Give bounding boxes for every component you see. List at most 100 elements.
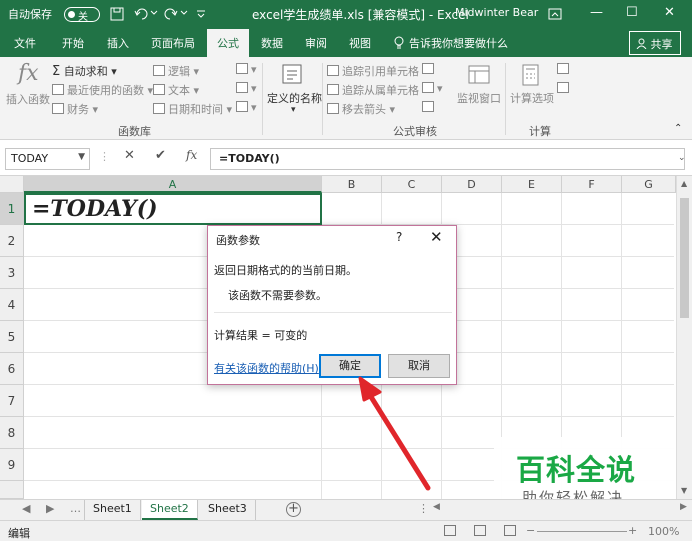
next-sheet-icon[interactable]: ▶ — [46, 502, 54, 515]
tab-review[interactable]: 审阅 — [305, 35, 327, 51]
trace-dependents-button[interactable]: 追踪从属单元格 — [327, 82, 419, 98]
zoom-slider[interactable] — [537, 531, 627, 532]
tab-data[interactable]: 数据 — [261, 35, 283, 51]
scroll-right-icon[interactable]: ▶ — [680, 502, 687, 512]
zoom-in-icon[interactable]: + — [628, 524, 637, 537]
scroll-down-icon[interactable]: ▼ — [681, 486, 687, 495]
autosum-button[interactable]: Σ 自动求和 ▾ — [52, 63, 117, 79]
prev-sheet-icon[interactable]: ◀ — [22, 502, 30, 515]
customize-qat-icon[interactable] — [196, 9, 206, 19]
row-header-6[interactable]: 6 — [0, 353, 24, 385]
row-header-8[interactable]: 8 — [0, 417, 24, 449]
tab-insert[interactable]: 插入 — [107, 35, 129, 51]
zoom-out-icon[interactable]: − — [526, 524, 535, 537]
row-header-2[interactable]: 2 — [0, 225, 24, 257]
share-button[interactable]: 共享 — [629, 31, 681, 55]
insert-function-icon[interactable]: fx — [18, 61, 39, 86]
more-functions-button[interactable]: ▾ — [236, 101, 257, 114]
vertical-scrollbar[interactable]: ▲ ▼ — [676, 176, 692, 499]
column-header-g[interactable]: G — [622, 176, 676, 193]
add-sheet-icon[interactable]: + — [286, 502, 301, 517]
calc-sheet-button[interactable] — [557, 82, 572, 95]
math-button[interactable]: ▾ — [236, 82, 257, 95]
sheet-options-icon[interactable]: … — [70, 502, 81, 515]
watch-window-icon[interactable] — [467, 63, 491, 87]
expand-formula-icon[interactable]: ⌄ — [678, 153, 686, 163]
close-button[interactable]: ✕ — [664, 5, 675, 20]
cancel-formula-icon[interactable]: ✕ — [124, 148, 135, 163]
ribbon-display-icon[interactable] — [548, 7, 562, 21]
drag-handle-icon[interactable]: ⋮ — [99, 150, 110, 163]
row-header-4[interactable]: 4 — [0, 289, 24, 321]
show-formulas-button[interactable] — [422, 63, 437, 76]
row-header-3[interactable]: 3 — [0, 257, 24, 289]
save-icon[interactable] — [110, 7, 124, 21]
insert-function-button[interactable]: 插入函数 — [6, 91, 50, 107]
name-manager-icon[interactable] — [280, 63, 304, 87]
column-header-f[interactable]: F — [562, 176, 622, 193]
tab-page-layout[interactable]: 页面布局 — [151, 35, 195, 51]
insert-function-fx-icon[interactable]: fx — [186, 148, 197, 162]
column-header-d[interactable]: D — [442, 176, 502, 193]
redo-icon[interactable] — [164, 7, 190, 21]
text-button[interactable]: 文本 ▾ — [153, 82, 199, 98]
function-help-link[interactable]: 有关该函数的帮助(H) — [214, 360, 319, 376]
error-check-button[interactable]: ▾ — [422, 82, 443, 95]
evaluate-formula-button[interactable] — [422, 101, 437, 114]
ok-button[interactable]: 确定 — [319, 354, 381, 378]
remove-arrows-button[interactable]: 移去箭头 ▾ — [327, 101, 395, 117]
calc-options-button[interactable]: 计算选项 — [510, 90, 554, 106]
defined-names-dropdown[interactable]: ▾ — [291, 105, 296, 115]
cell-a1[interactable]: =TODAY() — [24, 193, 322, 225]
calculator-icon[interactable] — [520, 63, 542, 87]
row-header-9[interactable]: 9 — [0, 449, 24, 481]
lookup-button[interactable]: ▾ — [236, 63, 257, 76]
row-header-1[interactable]: 1 — [0, 193, 24, 225]
column-header-e[interactable]: E — [502, 176, 562, 193]
restore-button[interactable]: ☐ — [626, 5, 638, 20]
sheet-tab-1[interactable]: Sheet1 — [84, 500, 141, 520]
name-box[interactable]: TODAY ▼ — [5, 148, 90, 170]
row-header-7[interactable]: 7 — [0, 385, 24, 417]
tab-formulas[interactable]: 公式 — [207, 29, 249, 57]
zoom-level[interactable]: 100% — [648, 525, 679, 538]
row-header-5[interactable]: 5 — [0, 321, 24, 353]
formula-input[interactable]: =TODAY() — [210, 148, 685, 170]
undo-icon[interactable] — [134, 7, 160, 21]
scroll-up-icon[interactable]: ▲ — [681, 179, 687, 188]
column-header-c[interactable]: C — [382, 176, 442, 193]
select-all-corner[interactable] — [0, 176, 24, 193]
logical-button[interactable]: 逻辑 ▾ — [153, 63, 199, 79]
scrollbar-thumb[interactable] — [680, 198, 689, 318]
dialog-close-icon[interactable]: ✕ — [430, 228, 443, 246]
help-icon[interactable]: ? — [396, 230, 402, 244]
tab-split-icon[interactable]: ⋮ — [418, 502, 429, 515]
user-name[interactable]: Midwinter Bear — [455, 6, 538, 19]
page-layout-view-icon[interactable] — [474, 525, 486, 536]
enter-formula-icon[interactable]: ✔ — [155, 148, 166, 163]
tab-view[interactable]: 视图 — [349, 35, 371, 51]
tab-home[interactable]: 开始 — [62, 35, 84, 51]
column-header-a[interactable]: A — [24, 176, 322, 193]
calc-now-button[interactable] — [557, 63, 572, 76]
page-break-view-icon[interactable] — [504, 525, 516, 536]
watch-window-button[interactable]: 监视窗口 — [457, 90, 501, 106]
sheet-tab-3[interactable]: Sheet3 — [200, 500, 256, 520]
row-header-10[interactable] — [0, 481, 24, 499]
sheet-tab-2[interactable]: Sheet2 — [142, 500, 198, 520]
date-time-button[interactable]: 日期和时间 ▾ — [153, 101, 232, 117]
scroll-left-icon[interactable]: ◀ — [433, 502, 440, 512]
trace-precedents-button[interactable]: 追踪引用单元格 — [327, 63, 419, 79]
defined-names-button[interactable]: 定义的名称 — [267, 90, 322, 106]
chevron-down-icon[interactable]: ▼ — [78, 152, 85, 162]
column-header-b[interactable]: B — [322, 176, 382, 193]
tell-me-search[interactable]: 告诉我你想要做什么 — [409, 35, 508, 51]
financial-button[interactable]: 财务 ▾ — [52, 101, 98, 117]
minimize-button[interactable]: — — [590, 5, 603, 20]
normal-view-icon[interactable] — [444, 525, 456, 536]
collapse-ribbon-icon[interactable]: ⌃ — [674, 123, 682, 134]
recent-functions-button[interactable]: 最近使用的函数 ▾ — [52, 82, 153, 98]
cancel-button[interactable]: 取消 — [388, 354, 450, 378]
autosave-toggle[interactable]: 关 — [64, 7, 100, 23]
tab-file[interactable]: 文件 — [14, 35, 36, 51]
